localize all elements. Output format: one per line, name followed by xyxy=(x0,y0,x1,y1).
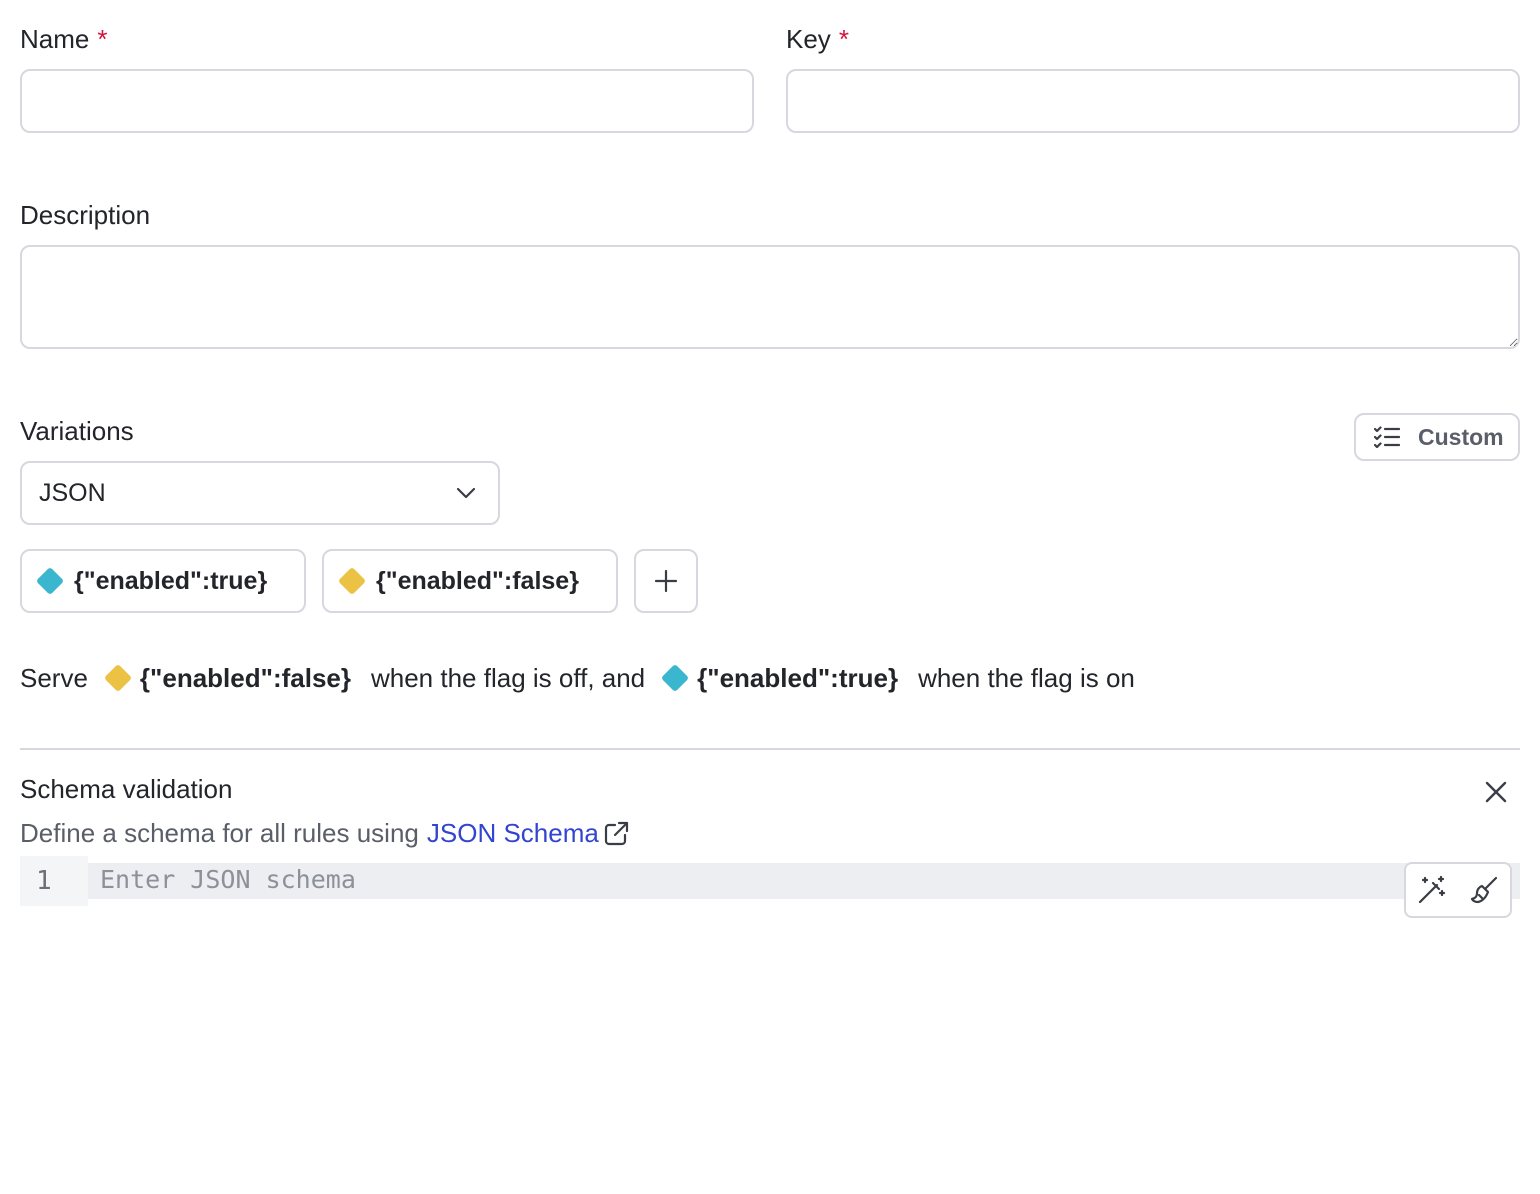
required-mark: * xyxy=(97,24,108,54)
serve-off-value: {"enabled":false} xyxy=(139,662,351,693)
description-label: Description xyxy=(20,200,151,230)
serve-prefix: Serve xyxy=(20,662,88,693)
variation-label: {"enabled":false} xyxy=(376,566,579,595)
json-schema-editor[interactable]: 1 Enter JSON schema xyxy=(20,856,1520,908)
editor-gutter xyxy=(20,856,88,906)
name-label: Name * xyxy=(20,24,107,55)
variation-chip-false[interactable]: {"enabled":false} xyxy=(322,549,618,613)
chevron-down-icon xyxy=(456,487,476,499)
divider xyxy=(20,748,1520,750)
custom-button-label: Custom xyxy=(1418,423,1504,450)
key-label: Key * xyxy=(786,24,849,55)
plus-icon xyxy=(654,569,678,593)
diamond-icon xyxy=(660,663,690,693)
variation-type-select[interactable]: JSON xyxy=(20,461,500,525)
variation-chip-true[interactable]: {"enabled":true} xyxy=(20,549,306,613)
json-schema-link[interactable]: JSON Schema xyxy=(427,818,629,849)
serve-on-value: {"enabled":true} xyxy=(697,662,899,693)
diamond-icon xyxy=(35,566,65,596)
custom-variations-button[interactable]: Custom xyxy=(1354,413,1520,461)
name-label-text: Name xyxy=(20,24,90,54)
external-link-icon xyxy=(603,821,629,847)
serve-middle-text: when the flag is off, and xyxy=(370,662,646,693)
serve-suffix: when the flag is on xyxy=(918,662,1135,693)
key-label-text: Key xyxy=(786,24,831,54)
close-icon[interactable] xyxy=(1480,776,1512,808)
diamond-icon xyxy=(103,663,133,693)
add-variation-button[interactable] xyxy=(634,549,698,613)
broom-icon[interactable] xyxy=(1466,872,1502,908)
diamond-icon xyxy=(337,566,367,596)
line-number: 1 xyxy=(36,866,52,896)
variations-label: Variations xyxy=(20,416,134,446)
magic-wand-icon[interactable] xyxy=(1414,872,1450,908)
variation-type-value: JSON xyxy=(39,478,106,507)
variation-label: {"enabled":true} xyxy=(74,566,268,595)
name-input[interactable] xyxy=(20,69,754,133)
checklist-icon xyxy=(1374,426,1400,448)
required-mark: * xyxy=(838,24,849,54)
editor-toolbar xyxy=(1404,862,1512,918)
serve-summary: Serve {"enabled":false} when the flag is… xyxy=(20,658,1135,698)
description-textarea[interactable] xyxy=(20,245,1520,349)
schema-description-text: Define a schema for all rules using xyxy=(20,818,419,848)
key-input[interactable] xyxy=(786,69,1520,133)
schema-validation-title: Schema validation xyxy=(20,774,233,804)
json-schema-link-text: JSON Schema xyxy=(426,818,599,848)
schema-description: Define a schema for all rules using JSON… xyxy=(20,818,629,849)
editor-placeholder[interactable]: Enter JSON schema xyxy=(100,865,356,894)
